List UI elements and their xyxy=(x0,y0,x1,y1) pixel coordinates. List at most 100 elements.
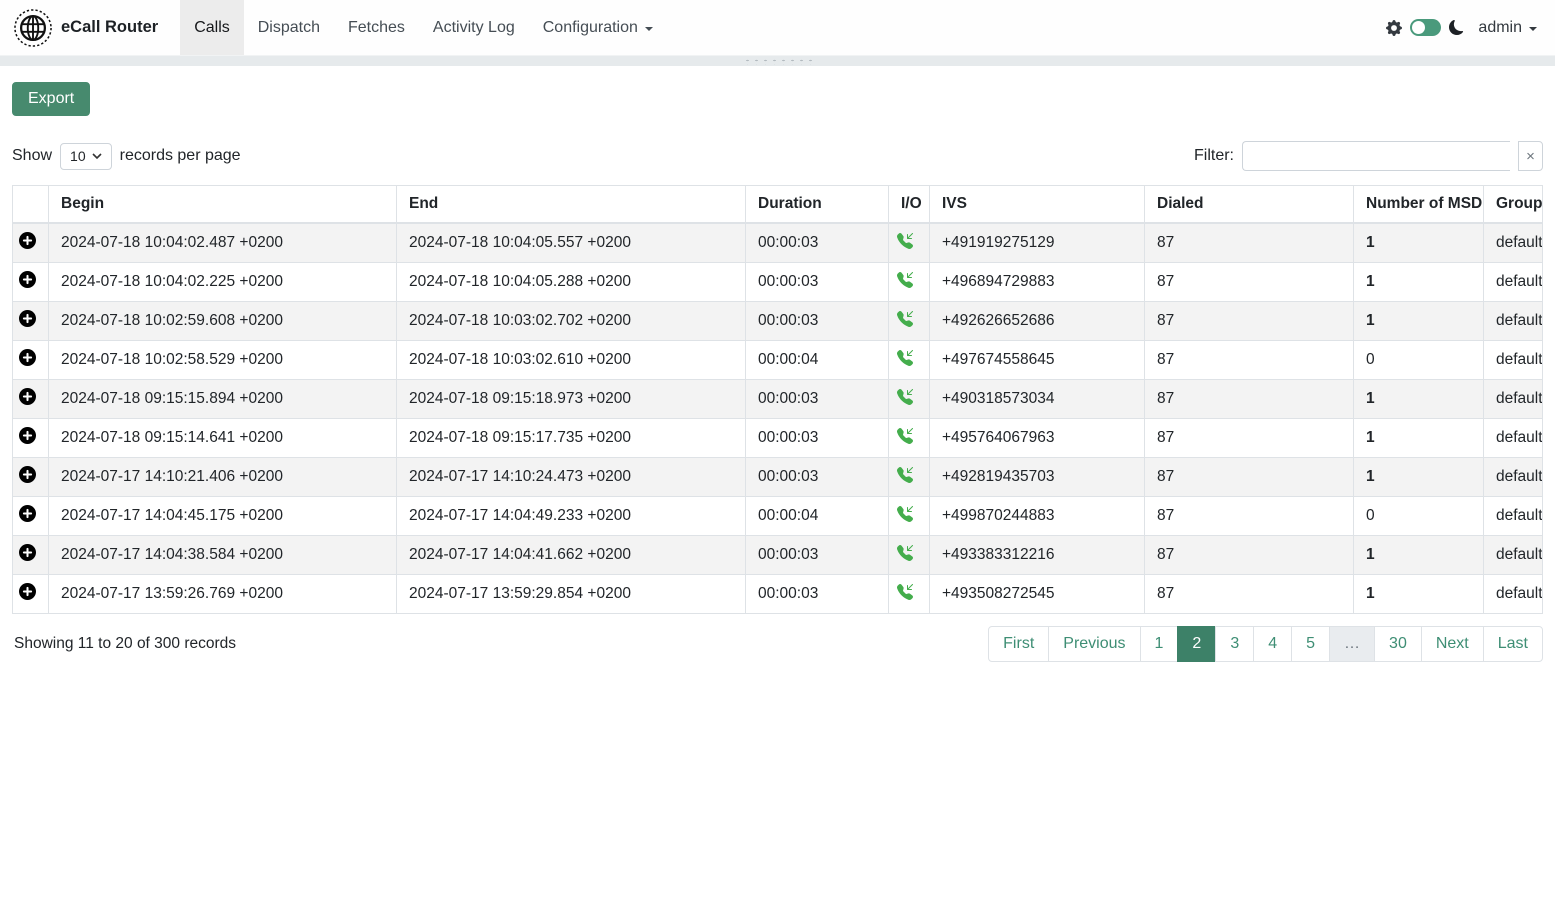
filter-input[interactable] xyxy=(1242,141,1510,171)
page-button-previous[interactable]: Previous xyxy=(1048,626,1140,662)
drag-handle-icon[interactable] xyxy=(742,58,814,65)
plus-circle-icon xyxy=(19,427,36,444)
msd-cell: 1 xyxy=(1354,223,1484,263)
page-button-1[interactable]: 1 xyxy=(1140,626,1179,662)
nav-item-label: Activity Log xyxy=(433,19,515,37)
page-button-first[interactable]: First xyxy=(988,626,1049,662)
phone-incoming-icon xyxy=(897,587,913,604)
pagination-item: Next xyxy=(1421,626,1484,662)
export-button[interactable]: Export xyxy=(12,82,90,116)
dark-mode-toggle[interactable] xyxy=(1410,19,1441,36)
dialed-cell: 87 xyxy=(1145,341,1354,380)
ivs-cell: +493508272545 xyxy=(930,575,1145,614)
gear-icon[interactable] xyxy=(1386,20,1402,36)
io-cell xyxy=(889,575,930,614)
expand-row-button[interactable] xyxy=(19,505,36,522)
nav-item-configuration[interactable]: Configuration xyxy=(529,0,667,55)
pagination: FirstPrevious12345…30NextLast xyxy=(988,626,1543,662)
col-end[interactable]: End xyxy=(397,186,746,224)
expand-row-button[interactable] xyxy=(19,466,36,483)
table-row: 2024-07-17 14:10:21.406 +0200 2024-07-17… xyxy=(13,458,1543,497)
group-cell: default xyxy=(1484,575,1543,614)
pagination-item: 30 xyxy=(1374,626,1422,662)
io-cell xyxy=(889,380,930,419)
expand-row-button[interactable] xyxy=(19,232,36,249)
nav-item-calls[interactable]: Calls xyxy=(180,0,244,55)
group-cell: default xyxy=(1484,497,1543,536)
page-button-last[interactable]: Last xyxy=(1483,626,1543,662)
page-button-5[interactable]: 5 xyxy=(1291,626,1330,662)
nav-item-fetches[interactable]: Fetches xyxy=(334,0,419,55)
expand-row-button[interactable] xyxy=(19,583,36,600)
pagination-item: 2 xyxy=(1177,626,1216,662)
dialed-cell: 87 xyxy=(1145,223,1354,263)
pagination-item: 3 xyxy=(1215,626,1254,662)
col-begin[interactable]: Begin xyxy=(49,186,397,224)
page-button-3[interactable]: 3 xyxy=(1215,626,1254,662)
ivs-cell: +499870244883 xyxy=(930,497,1145,536)
ivs-cell: +496894729883 xyxy=(930,263,1145,302)
table-row: 2024-07-18 10:02:59.608 +0200 2024-07-18… xyxy=(13,302,1543,341)
duration-cell: 00:00:04 xyxy=(746,497,889,536)
page-button-30[interactable]: 30 xyxy=(1374,626,1422,662)
duration-cell: 00:00:03 xyxy=(746,263,889,302)
page-size-select[interactable]: 10 xyxy=(60,143,112,170)
phone-incoming-icon xyxy=(897,392,913,409)
msd-cell: 1 xyxy=(1354,263,1484,302)
pagination-item: 1 xyxy=(1140,626,1179,662)
table-row: 2024-07-18 10:04:02.225 +0200 2024-07-18… xyxy=(13,263,1543,302)
user-menu[interactable]: admin xyxy=(1478,19,1537,37)
pagination-item: 4 xyxy=(1253,626,1292,662)
end-cell: 2024-07-17 13:59:29.854 +0200 xyxy=(397,575,746,614)
plus-circle-icon xyxy=(19,349,36,366)
msd-cell: 1 xyxy=(1354,575,1484,614)
pane-divider[interactable] xyxy=(0,55,1555,66)
duration-cell: 00:00:03 xyxy=(746,223,889,263)
plus-circle-icon xyxy=(19,466,36,483)
expand-row-button[interactable] xyxy=(19,349,36,366)
col-group[interactable]: Group xyxy=(1484,186,1543,224)
table-footer: Showing 11 to 20 of 300 records FirstPre… xyxy=(12,626,1543,662)
end-cell: 2024-07-18 10:04:05.288 +0200 xyxy=(397,263,746,302)
col-dialed[interactable]: Dialed xyxy=(1145,186,1354,224)
plus-circle-icon xyxy=(19,544,36,561)
begin-cell: 2024-07-18 10:02:59.608 +0200 xyxy=(49,302,397,341)
col-expand xyxy=(13,186,49,224)
duration-cell: 00:00:03 xyxy=(746,380,889,419)
nav-item-label: Calls xyxy=(194,19,230,37)
expand-row-button[interactable] xyxy=(19,271,36,288)
col-ivs[interactable]: IVS xyxy=(930,186,1145,224)
phone-incoming-icon xyxy=(897,236,913,253)
group-cell: default xyxy=(1484,341,1543,380)
brand[interactable]: eCall Router xyxy=(14,0,158,55)
filter-clear-button[interactable]: × xyxy=(1518,141,1543,171)
expand-row-button[interactable] xyxy=(19,310,36,327)
col-msd[interactable]: Number of MSD xyxy=(1354,186,1484,224)
expand-row-button[interactable] xyxy=(19,388,36,405)
expand-row-button[interactable] xyxy=(19,427,36,444)
filter-control: Filter: × xyxy=(1194,141,1543,171)
page-button-2[interactable]: 2 xyxy=(1177,626,1216,662)
phone-incoming-icon xyxy=(897,314,913,331)
begin-cell: 2024-07-17 14:04:38.584 +0200 xyxy=(49,536,397,575)
msd-cell: 1 xyxy=(1354,458,1484,497)
plus-circle-icon xyxy=(19,583,36,600)
msd-cell: 1 xyxy=(1354,536,1484,575)
page-size-control: Show 10 records per page xyxy=(12,143,241,170)
begin-cell: 2024-07-18 09:15:14.641 +0200 xyxy=(49,419,397,458)
nav-item-dispatch[interactable]: Dispatch xyxy=(244,0,334,55)
table-row: 2024-07-17 14:04:38.584 +0200 2024-07-17… xyxy=(13,536,1543,575)
col-duration[interactable]: Duration xyxy=(746,186,889,224)
page-button-: … xyxy=(1329,626,1375,662)
expand-row-button[interactable] xyxy=(19,544,36,561)
pagination-item: 5 xyxy=(1291,626,1330,662)
app-title: eCall Router xyxy=(61,18,158,37)
nav-item-activity-log[interactable]: Activity Log xyxy=(419,0,529,55)
end-cell: 2024-07-17 14:04:41.662 +0200 xyxy=(397,536,746,575)
col-io[interactable]: I/O xyxy=(889,186,930,224)
dialed-cell: 87 xyxy=(1145,419,1354,458)
io-cell xyxy=(889,536,930,575)
page-button-next[interactable]: Next xyxy=(1421,626,1484,662)
page-button-4[interactable]: 4 xyxy=(1253,626,1292,662)
table-row: 2024-07-17 14:04:45.175 +0200 2024-07-17… xyxy=(13,497,1543,536)
